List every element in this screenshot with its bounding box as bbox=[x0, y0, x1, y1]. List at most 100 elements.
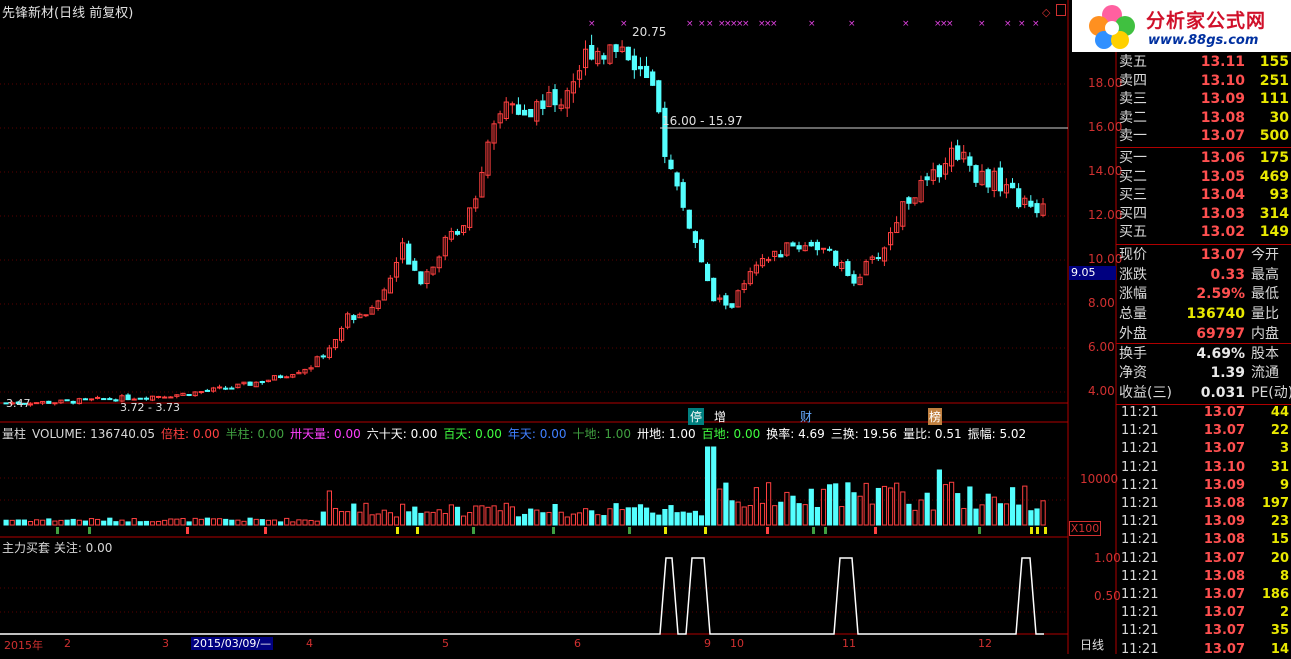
date-label: 2015年 bbox=[4, 639, 43, 652]
tick-row: 11:21 13.07 3 bbox=[1119, 440, 1291, 458]
candle bbox=[204, 389, 211, 392]
volume-bar bbox=[58, 519, 64, 526]
tick-price: 13.07 bbox=[1203, 605, 1245, 621]
diamond-icon[interactable]: ◇ bbox=[1042, 6, 1050, 19]
tick-price: 13.07 bbox=[1203, 550, 1245, 566]
signal-x-mark: × bbox=[770, 19, 778, 29]
stat-row: 外盘 69797 内盘 bbox=[1119, 325, 1279, 342]
volume-indicator-header: 量柱 VOLUME: 136740.05 倍柱: 0.00 半柱: 0.00 卅天量: … bbox=[2, 425, 1032, 442]
volume-bar bbox=[369, 514, 375, 526]
candle bbox=[34, 402, 40, 405]
tick-time: 11:21 bbox=[1121, 605, 1159, 621]
tick-time: 11:21 bbox=[1121, 496, 1159, 511]
candle bbox=[107, 398, 113, 401]
volume-bar bbox=[814, 506, 820, 526]
tick-price: 13.08 bbox=[1203, 532, 1245, 548]
volume-unit-box[interactable]: X100 bbox=[1069, 521, 1101, 536]
volume-bar bbox=[442, 512, 448, 526]
volume-bar bbox=[686, 512, 692, 526]
volume-bar bbox=[772, 505, 778, 526]
signal-x-mark: × bbox=[620, 19, 628, 29]
candle bbox=[973, 165, 979, 183]
volume-header-field: 换率: 4.69 bbox=[766, 427, 825, 441]
tick-row: 11:21 13.07 35 bbox=[1119, 622, 1291, 640]
candle bbox=[46, 400, 52, 404]
candle bbox=[113, 399, 119, 402]
dragon-tiger-marker[interactable]: 榜 bbox=[928, 408, 943, 425]
volume-bar bbox=[936, 469, 942, 526]
volume-bar bbox=[497, 510, 503, 526]
volume-bar bbox=[1003, 503, 1010, 526]
tick-volume: 8 bbox=[1279, 568, 1289, 584]
volume-bar bbox=[3, 519, 9, 526]
volume-axis-label: 10000 bbox=[1080, 472, 1119, 486]
indicator-axis-1: 1.00 bbox=[1094, 551, 1121, 565]
candle bbox=[808, 241, 814, 247]
volume-bar bbox=[296, 519, 302, 526]
suspend-marker[interactable]: 停 bbox=[688, 408, 705, 425]
tick-price: 13.07 bbox=[1203, 423, 1245, 439]
signal-x-mark: × bbox=[706, 19, 714, 29]
tick-price: 13.07 bbox=[1203, 405, 1245, 420]
volume-signal-mark bbox=[874, 527, 877, 534]
tick-volume: 22 bbox=[1270, 423, 1289, 439]
volume-bar bbox=[119, 519, 125, 526]
date-label: 10 bbox=[730, 637, 744, 650]
tick-volume: 44 bbox=[1270, 405, 1289, 420]
buy-row: 买五 13.02 149 bbox=[1119, 224, 1289, 241]
volume-bar bbox=[351, 503, 357, 526]
volume-header-field: 量比: 0.51 bbox=[903, 427, 962, 441]
candle bbox=[515, 104, 522, 115]
volume-bar bbox=[339, 511, 345, 526]
volume-bar bbox=[259, 519, 265, 526]
tick-time: 11:21 bbox=[1121, 587, 1159, 602]
candle bbox=[711, 277, 717, 302]
volume-bar bbox=[46, 518, 52, 526]
sell-row: 卖一 13.07 500 bbox=[1119, 128, 1289, 145]
volume-signal-mark bbox=[186, 527, 189, 534]
stat-row: 涨幅 2.59% 最低 bbox=[1119, 286, 1279, 303]
price-axis-label: 10.00 bbox=[1088, 252, 1123, 266]
volume-bar bbox=[9, 519, 15, 526]
volume-bar bbox=[82, 520, 89, 526]
date-label: 6 bbox=[574, 637, 581, 650]
volume-bar bbox=[881, 485, 888, 526]
volume-bar bbox=[955, 493, 961, 526]
candle bbox=[985, 169, 991, 188]
volume-bar bbox=[308, 519, 314, 526]
volume-bar bbox=[967, 486, 973, 526]
volume-bar bbox=[381, 509, 387, 526]
volume-bar bbox=[1034, 508, 1040, 526]
volume-bar bbox=[430, 511, 436, 526]
volume-bar bbox=[149, 521, 156, 526]
period-button[interactable]: 日线 bbox=[1080, 636, 1104, 653]
volume-bar bbox=[400, 503, 406, 526]
signal-x-mark: × bbox=[978, 19, 986, 29]
candle bbox=[625, 46, 631, 61]
tick-volume: 2 bbox=[1279, 605, 1289, 621]
signal-x-mark: × bbox=[1004, 19, 1012, 29]
candle bbox=[198, 391, 204, 394]
candle bbox=[1028, 200, 1034, 207]
candle bbox=[875, 257, 881, 260]
logo-url: www.88gs.com bbox=[1148, 33, 1259, 48]
volume-header-field: 百天: 0.00 bbox=[443, 427, 502, 441]
candle bbox=[668, 159, 674, 170]
candle bbox=[723, 295, 729, 306]
candle bbox=[997, 167, 1003, 192]
indicator-axis-05: 0.50 bbox=[1094, 589, 1121, 603]
candle bbox=[259, 381, 265, 384]
volume-bar bbox=[985, 493, 991, 526]
volume-signal-mark bbox=[552, 527, 555, 534]
date-cursor-label: 2015/03/09/— bbox=[191, 637, 274, 650]
candle bbox=[796, 245, 802, 250]
window-icon[interactable] bbox=[1056, 4, 1066, 16]
volume-bar bbox=[284, 517, 290, 526]
volume-header-field: 倍柱: 0.00 bbox=[161, 427, 220, 441]
tick-row: 11:21 13.09 23 bbox=[1119, 513, 1291, 531]
finance-marker[interactable]: 财 bbox=[800, 408, 812, 425]
volume-bar bbox=[558, 511, 564, 526]
increase-marker[interactable]: 增 bbox=[714, 408, 726, 425]
volume-bar bbox=[601, 515, 607, 526]
candle bbox=[656, 80, 662, 113]
